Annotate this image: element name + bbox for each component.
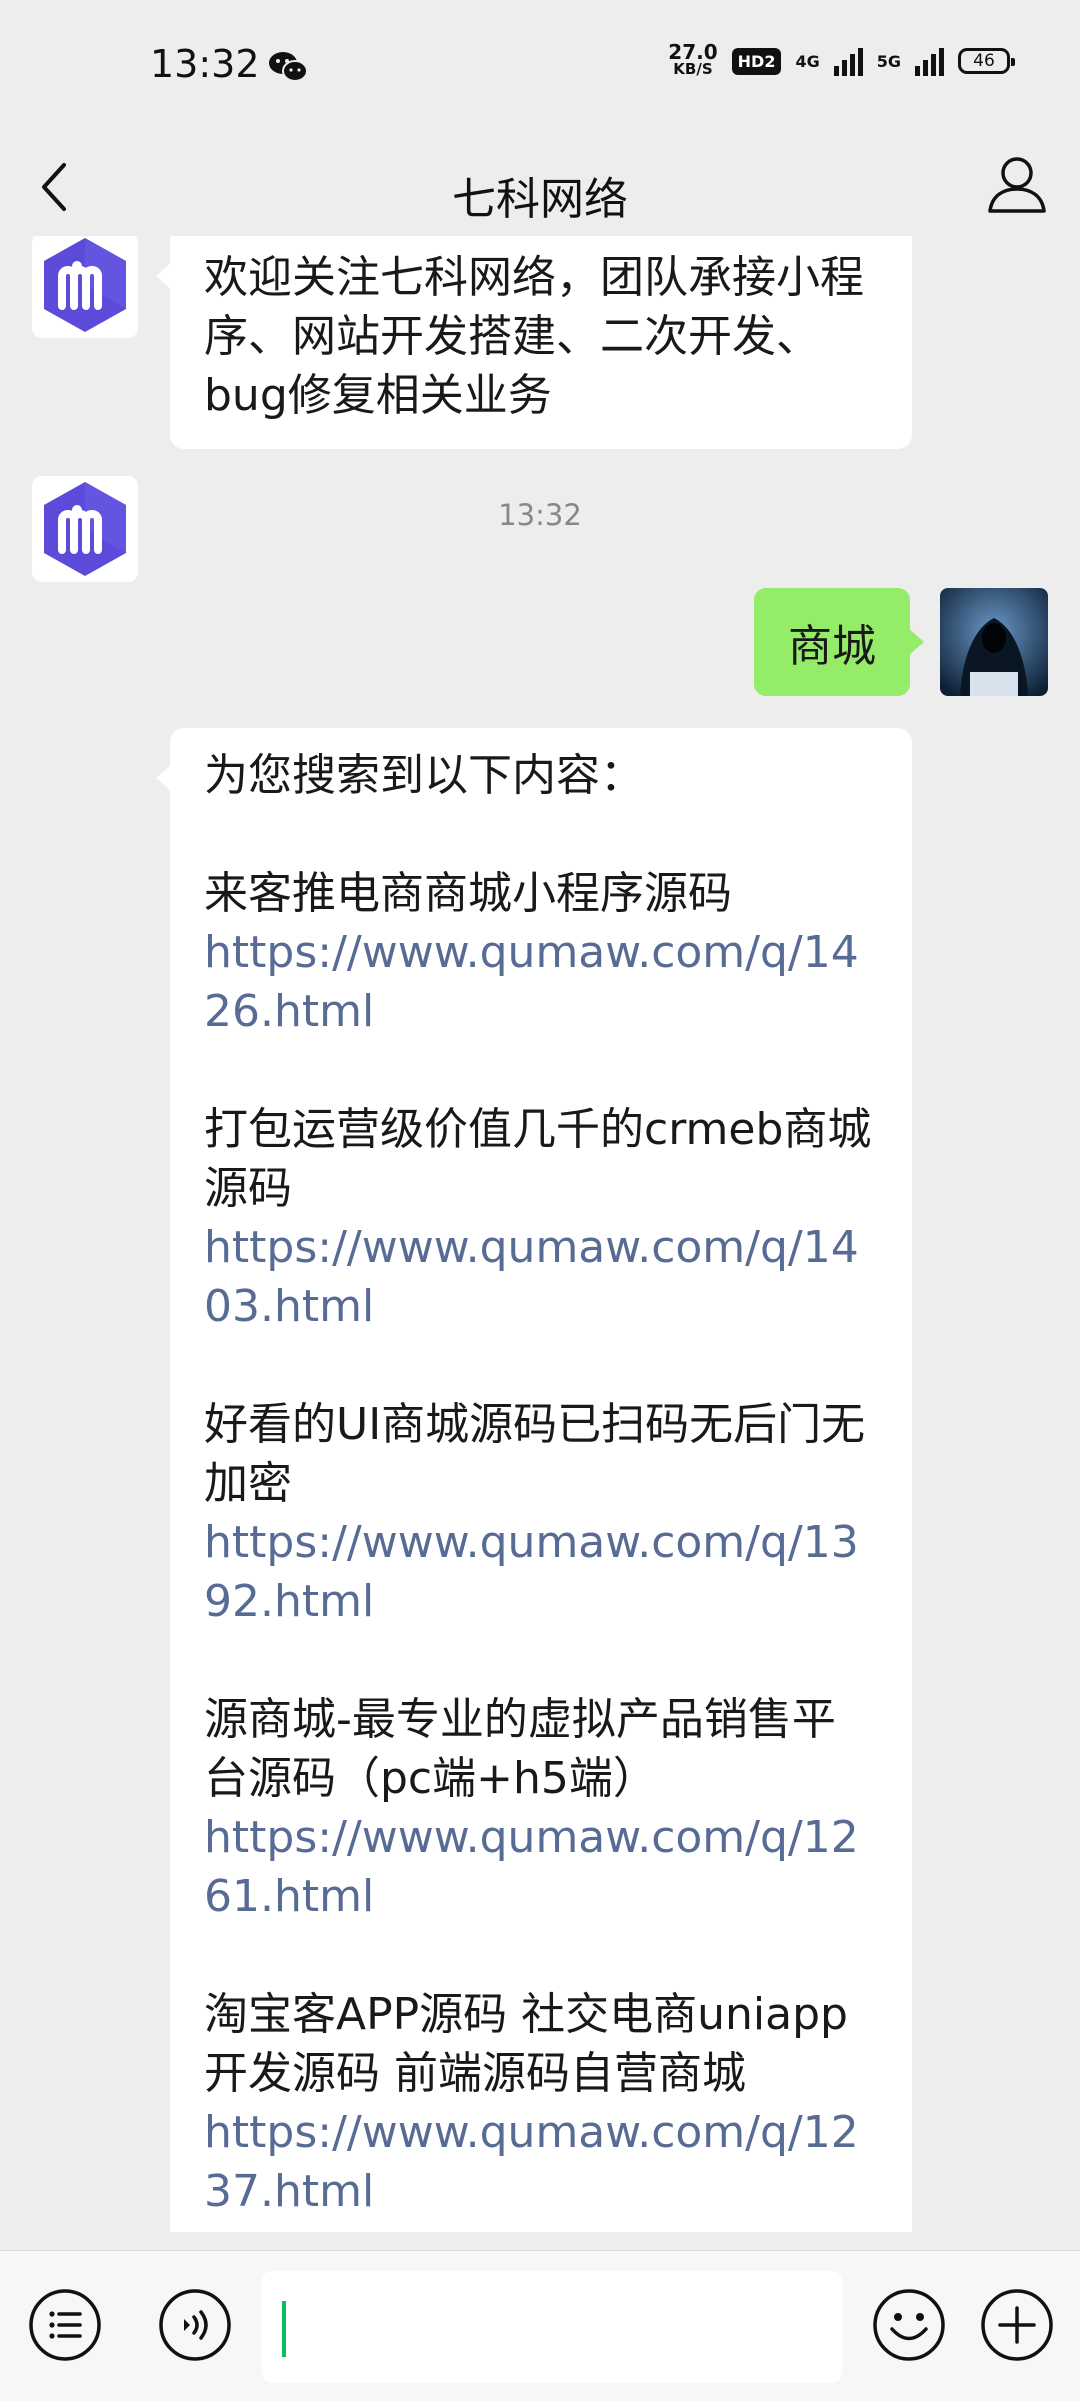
emoji-icon[interactable] — [870, 2286, 948, 2364]
status-bar: 13:32 27.0 KB/S HD2 4G 5G 46 — [0, 0, 1080, 135]
user-message-text: 商城 — [788, 621, 876, 672]
menu-icon[interactable] — [26, 2286, 104, 2364]
voice-icon[interactable] — [156, 2286, 234, 2364]
battery-icon: 46 — [958, 48, 1015, 74]
net-speed: 27.0 KB/S — [668, 40, 718, 78]
result-link[interactable]: https://www.qumaw.com/q/1392.html — [204, 1513, 878, 1631]
message-input[interactable] — [262, 2271, 842, 2383]
bot-avatar-2[interactable] — [32, 476, 138, 582]
logo-icon — [44, 238, 126, 332]
chat-area[interactable]: 欢迎关注七科网络，团队承接小程序、网站开发搭建、二次开发、bug修复相关业务 1… — [0, 236, 1080, 2232]
network-5g-label: 5G — [876, 51, 901, 71]
result-link[interactable]: https://www.qumaw.com/q/1403.html — [204, 1218, 878, 1336]
signal-4g-icon — [833, 46, 863, 76]
result-title: 来客推电商商城小程序源码 — [204, 868, 732, 919]
status-indicators: 27.0 KB/S HD2 4G 5G 46 — [668, 40, 1015, 78]
result-item: 源商城-最专业的虚拟产品销售平台源码（pc端+h5端） https://www.… — [204, 1690, 878, 1926]
battery-level: 46 — [973, 51, 995, 71]
chat-title: 七科网络 — [452, 174, 628, 225]
input-bar — [0, 2250, 1080, 2401]
network-4g-label: 4G — [795, 51, 820, 71]
welcome-text: 欢迎关注七科网络，团队承接小程序、网站开发搭建、二次开发、bug修复相关业务 — [204, 252, 864, 421]
wechat-icon — [269, 52, 308, 82]
bot-avatar[interactable] — [32, 236, 138, 338]
hacker-avatar-icon — [940, 588, 1048, 696]
nav-bar: 七科网络 — [0, 135, 1080, 240]
search-results-message: 为您搜索到以下内容： 来客推电商商城小程序源码 https://www.quma… — [156, 728, 912, 2232]
result-title: 打包运营级价值几千的crmeb商城源码 — [204, 1104, 872, 1214]
profile-icon[interactable] — [984, 145, 1050, 225]
user-message: 商城 — [754, 588, 924, 696]
plus-icon[interactable] — [978, 2286, 1056, 2364]
result-link[interactable]: https://www.qumaw.com/q/1426.html — [204, 923, 878, 1041]
result-item: 淘宝客APP源码 社交电商uniapp开发源码 前端源码自营商城 https:/… — [204, 1985, 878, 2221]
result-link[interactable]: https://www.qumaw.com/q/1261.html — [204, 1808, 878, 1926]
text-caret — [282, 2301, 286, 2357]
result-item: 打包运营级价值几千的crmeb商城源码 https://www.qumaw.co… — [204, 1100, 878, 1336]
welcome-message: 欢迎关注七科网络，团队承接小程序、网站开发搭建、二次开发、bug修复相关业务 — [156, 236, 912, 449]
result-item: 好看的UI商城源码已扫码无后门无加密 https://www.qumaw.com… — [204, 1395, 878, 1631]
result-item: 来客推电商商城小程序源码 https://www.qumaw.com/q/142… — [204, 864, 878, 1041]
signal-5g-icon — [915, 46, 944, 76]
result-title: 源商城-最专业的虚拟产品销售平台源码（pc端+h5端） — [204, 1694, 836, 1804]
result-link[interactable]: https://www.qumaw.com/q/1237.html — [204, 2103, 878, 2221]
result-title: 淘宝客APP源码 社交电商uniapp开发源码 前端源码自营商城 — [204, 1989, 848, 2099]
logo-icon — [44, 482, 126, 576]
reply-intro: 为您搜索到以下内容： — [204, 750, 644, 801]
result-title: 好看的UI商城源码已扫码无后门无加密 — [204, 1399, 866, 1509]
user-avatar[interactable] — [940, 588, 1048, 696]
message-timestamp: 13:32 — [498, 498, 582, 532]
status-time: 13:32 — [150, 42, 260, 86]
hd-badge: HD2 — [731, 47, 782, 75]
